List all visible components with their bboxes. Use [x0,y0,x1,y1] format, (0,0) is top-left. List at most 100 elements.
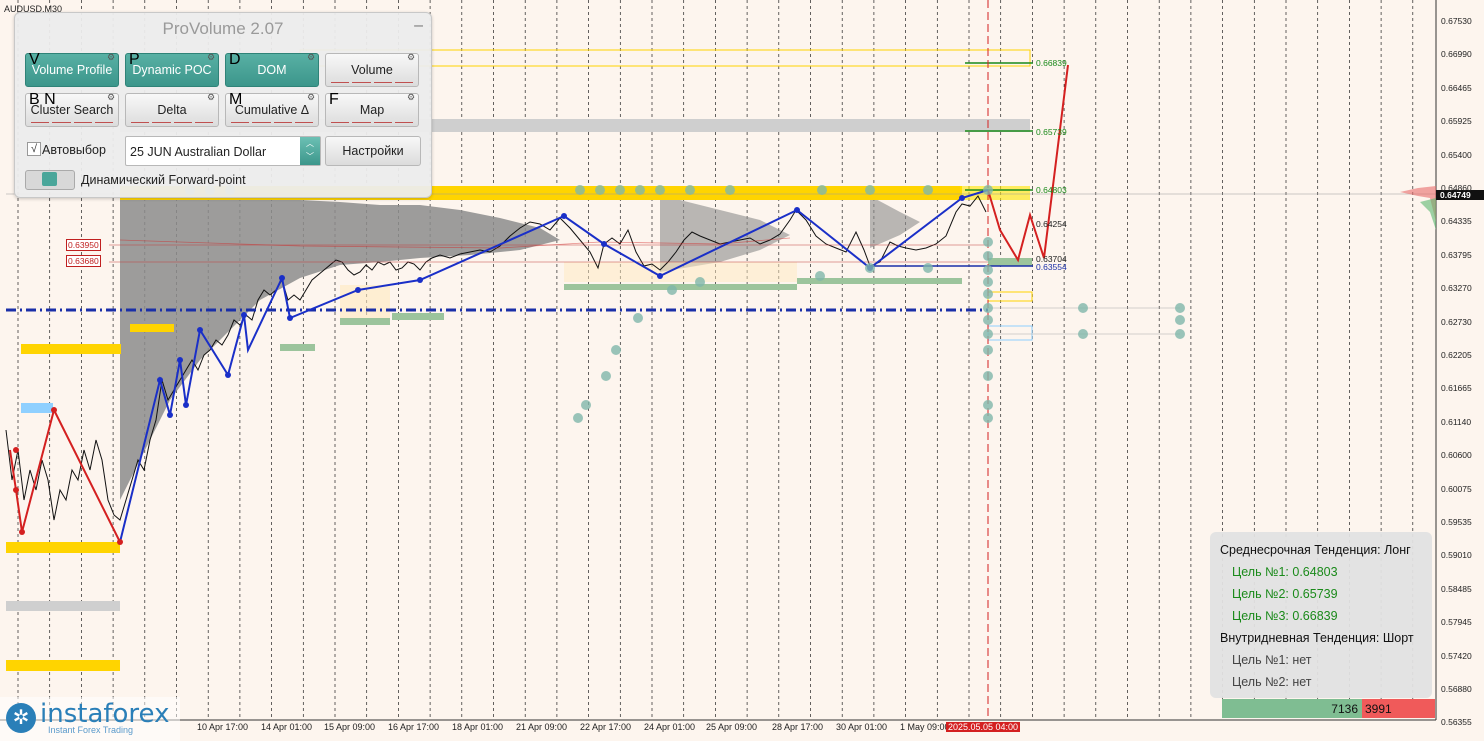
forward-dot [983,303,993,313]
gear-icon[interactable]: ⚙ [207,92,215,103]
forward-dot [983,400,993,410]
gear-icon[interactable]: ⚙ [107,52,115,63]
forward-dot [865,185,875,195]
forward-dot [667,285,677,295]
gear-icon[interactable]: ⚙ [307,52,315,63]
forward-dot [865,263,875,273]
forward-dot [635,185,645,195]
right-volume-sparkline [1400,186,1436,230]
zigzag-point [287,315,293,321]
autoselect-label: Автовыбор [42,143,106,157]
time-tick: 16 Apr 17:00 [388,722,440,732]
forward-dot [815,271,825,281]
price-tick: 0.59010 [1441,550,1472,561]
time-tick: 15 Apr 09:00 [324,722,376,732]
zigzag-point [657,273,663,279]
medium-target-3: Цель №3: 0.66839 [1232,609,1338,623]
forward-dot [983,289,993,299]
zigzag-point [794,207,800,213]
time-tick: 10 Apr 17:00 [197,722,249,732]
target1-label: 0.64803 [1036,185,1067,195]
current-time-label: 2025.05.05 04:00 [946,722,1021,732]
hotkey-label: D [229,51,241,68]
medium-trend: Среднесрочная Тенденция: Лонг [1220,543,1411,557]
zigzag-point [959,195,965,201]
time-tick: 22 Apr 17:00 [580,722,632,732]
target3-label: 0.66839 [1036,58,1067,68]
settings-button[interactable]: Настройки [325,136,421,166]
buy-volume-value: 7136 [1331,702,1358,716]
volume-profile-bars [120,195,920,500]
price-tick: 0.61140 [1441,416,1472,427]
time-tick: 30 Apr 01:00 [836,722,888,732]
medium-target-2: Цель №2: 0.65739 [1232,587,1338,601]
zigzag-point [417,277,423,283]
zigzag-point [241,312,247,318]
instrument-value: 25 JUN Australian Dollar [130,145,267,159]
price-tick: 0.57945 [1441,617,1472,628]
logo-subtitle: Instant Forex Trading [48,725,134,735]
price-tick: 0.60075 [1441,483,1472,494]
minimize-icon[interactable]: – [414,17,423,35]
panel-title: ProVolume 2.07 [162,19,284,38]
target2-label: 0.65739 [1036,127,1067,137]
hotkey-label: M [229,91,243,108]
price-tick: 0.67530 [1441,16,1472,26]
price-tick: 0.58485 [1441,583,1472,594]
gear-icon[interactable]: ⚙ [307,92,315,103]
status-indicator [131,122,213,125]
zigzag-point [117,539,123,545]
left-level-label: 0.63950 [66,239,101,251]
gear-icon[interactable]: ⚙ [107,92,115,103]
time-tick: 21 Apr 09:00 [516,722,568,732]
zigzag-point [177,357,183,363]
zigzag-point [13,487,19,493]
price-tick: 0.62730 [1441,316,1472,327]
intraday-target-1: Цель №1: нет [1232,653,1312,667]
chevron-updown-icon[interactable]: ︿ ﹀ [300,137,320,165]
hotkey-label: B N [29,91,56,108]
toggle-knob [42,172,57,186]
price-tick: 0.65400 [1441,149,1472,160]
intraday-target-2: Цель №2: нет [1232,675,1312,689]
price-tick: 0.63270 [1441,283,1472,294]
time-tick: 24 Apr 01:00 [644,722,696,732]
forward-dot [611,345,621,355]
zigzag-point [167,412,173,418]
autoselect-checkbox[interactable]: √ [27,142,41,156]
forward-point-toggle[interactable] [25,170,75,190]
forward-dot [595,185,605,195]
price-tick: 0.57420 [1441,650,1472,661]
forward-dot [983,329,993,339]
forward-dot [1175,315,1185,325]
status-indicator [331,122,413,125]
forward-dot [725,185,735,195]
forward-dot [983,277,993,287]
zigzag-point [561,213,567,219]
gear-icon[interactable]: ⚙ [407,92,415,103]
left-level-label: 0.63680 [66,255,101,267]
zigzag-point [279,275,285,281]
medium-target-1: Цель №1: 0.64803 [1232,565,1338,579]
price-tick: 0.62205 [1441,350,1472,360]
intraday-trend: Внутридневная Тенденция: Шорт [1220,631,1414,645]
zigzag-point [225,372,231,378]
zigzag-point [197,327,203,333]
forward-dot [633,313,643,323]
zigzag-point [183,402,189,408]
level-label: 0.63554 [1036,262,1067,272]
time-tick: 18 Apr 01:00 [452,722,504,732]
time-tick: 14 Apr 01:00 [261,722,313,732]
forward-dot [983,315,993,325]
instrument-select[interactable]: 25 JUN Australian Dollar ︿ ﹀ [125,136,321,166]
forward-dot [1175,329,1185,339]
status-indicator [31,122,113,125]
gear-icon[interactable]: ⚙ [207,52,215,63]
forward-dot [923,185,933,195]
status-indicator [231,122,313,125]
forward-dot [581,400,591,410]
instaforex-logo: ✲ instaforex Instant Forex Trading [0,697,180,741]
hotkey-label: V [29,51,40,68]
gear-icon[interactable]: ⚙ [407,52,415,63]
forward-dot [575,185,585,195]
